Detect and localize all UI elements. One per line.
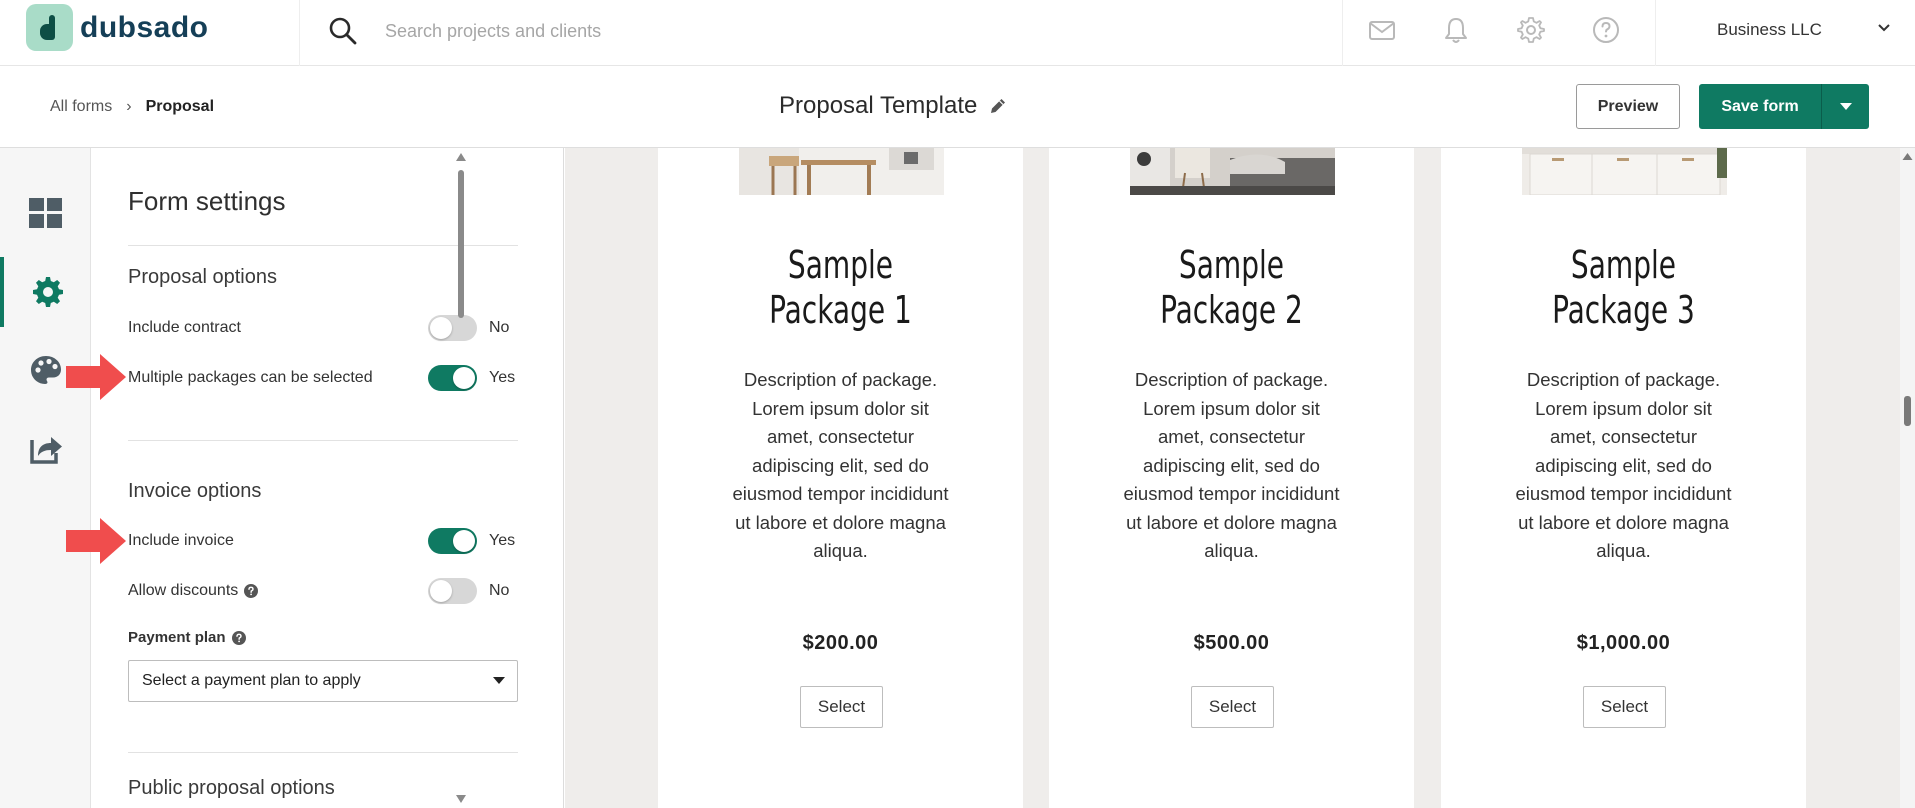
payment-plan-text: Payment plan [128, 629, 226, 646]
bell-icon[interactable] [1440, 14, 1472, 46]
form-settings-panel: Form settings Proposal options Include c… [91, 148, 564, 808]
rail-item-share[interactable] [0, 413, 91, 483]
palette-icon [30, 356, 61, 384]
page-title: Proposal Template [779, 92, 1008, 120]
gear-icon[interactable] [1515, 14, 1547, 46]
include-contract-toggle[interactable] [428, 315, 477, 341]
allow-discounts-state: No [489, 582, 510, 599]
package-card: Sample Package 2 Description of package.… [1049, 148, 1414, 808]
breadcrumb: All forms › Proposal [50, 98, 214, 116]
left-icon-rail [0, 148, 91, 808]
search-input[interactable] [385, 16, 985, 46]
rail-item-settings[interactable] [0, 257, 91, 327]
chevron-down-icon[interactable] [1874, 18, 1894, 38]
payment-plan-label: Payment plan [128, 629, 246, 646]
top-navbar: dubsado Business LLC [0, 0, 1915, 66]
include-contract-text: Include contract [128, 319, 241, 336]
invoice-options-heading: Invoice options [128, 480, 262, 502]
form-title-text: Proposal Template [779, 92, 978, 119]
multiple-packages-text: Multiple packages can be selected [128, 369, 373, 386]
multiple-packages-toggle[interactable] [428, 365, 477, 391]
include-contract-label: Include contract [128, 319, 241, 337]
package-price: $1,000.00 [1576, 632, 1671, 654]
package-photo [1130, 148, 1335, 195]
package-description: Description of package. Lorem ipsum dolo… [1123, 369, 1340, 561]
divider [299, 0, 300, 66]
package-card: Sample Package 3 Description of package.… [1441, 148, 1806, 808]
question-circle-icon[interactable] [244, 584, 259, 598]
select-package-button[interactable]: Select [1583, 686, 1666, 728]
proposal-preview: Sample Package 1 Description of package.… [565, 148, 1900, 808]
breadcrumb-all-forms[interactable]: All forms [50, 98, 112, 116]
breadcrumb-separator: › [126, 98, 132, 115]
form-header: All forms › Proposal Proposal Template P… [0, 66, 1915, 148]
logo-text: dubsado [80, 10, 209, 44]
package-name: Sample Package 1 [691, 243, 990, 333]
package-price: $500.00 [1193, 632, 1270, 654]
package-name: Sample Package 2 [1082, 243, 1381, 333]
breadcrumb-current: Proposal [145, 98, 215, 115]
rail-item-layout[interactable] [0, 178, 91, 248]
logo-mark-icon [26, 4, 73, 51]
package-name-line1: Sample [1178, 243, 1285, 287]
proposal-options-heading: Proposal options [128, 266, 277, 288]
caret-down-icon [493, 677, 505, 684]
package-name-line2: Package 1 [769, 288, 912, 332]
save-form-button[interactable]: Save form [1699, 84, 1822, 129]
annotation-arrow-icon [66, 518, 126, 564]
pencil-icon[interactable] [988, 96, 1008, 116]
help-circle-icon[interactable] [1590, 14, 1622, 46]
package-card: Sample Package 1 Description of package.… [658, 148, 1023, 808]
include-invoice-state: Yes [489, 532, 516, 549]
panel-title: Form settings [128, 186, 286, 216]
divider [1655, 0, 1656, 66]
package-photo [1522, 148, 1727, 195]
account-name[interactable]: Business LLC [1717, 20, 1822, 40]
multiple-packages-state: Yes [489, 369, 516, 386]
package-description: Description of package. Lorem ipsum dolo… [1515, 369, 1732, 561]
question-circle-icon[interactable] [231, 630, 246, 645]
panel-scrollbar[interactable] [455, 148, 467, 808]
allow-discounts-text: Allow discounts [128, 582, 239, 599]
preview-button[interactable]: Preview [1576, 84, 1680, 129]
dubsado-logo[interactable]: dubsado [26, 4, 209, 51]
allow-discounts-label: Allow discounts [128, 582, 259, 600]
package-name-line2: Package 2 [1160, 288, 1303, 332]
payment-plan-value: Select a payment plan to apply [142, 672, 361, 689]
package-photo [739, 148, 944, 195]
search-icon[interactable] [328, 16, 358, 46]
multiple-packages-label: Multiple packages can be selected [128, 369, 373, 387]
package-name-line2: Package 3 [1552, 288, 1695, 332]
annotation-arrow-icon [66, 354, 126, 400]
save-options-caret[interactable] [1822, 84, 1869, 129]
share-icon [29, 437, 62, 464]
include-contract-state: No [489, 319, 510, 336]
package-description: Description of package. Lorem ipsum dolo… [732, 369, 949, 561]
package-name-line1: Sample [1570, 243, 1677, 287]
include-invoice-text: Include invoice [128, 532, 234, 549]
caret-down-icon [1839, 102, 1852, 110]
select-package-button[interactable]: Select [800, 686, 883, 728]
allow-discounts-toggle[interactable] [428, 578, 477, 604]
include-invoice-toggle[interactable] [428, 528, 477, 554]
save-form-button-group: Save form [1699, 84, 1869, 129]
public-proposal-options-heading: Public proposal options [128, 777, 335, 799]
page-scrollbar[interactable] [1900, 148, 1915, 808]
mail-icon[interactable] [1366, 14, 1398, 46]
package-name: Sample Package 3 [1474, 243, 1773, 333]
divider [1342, 0, 1343, 66]
package-price: $200.00 [802, 632, 879, 654]
dashboard-grid-icon [29, 198, 62, 228]
include-invoice-label: Include invoice [128, 532, 234, 550]
package-name-line1: Sample [787, 243, 894, 287]
gear-icon [32, 277, 63, 307]
select-package-button[interactable]: Select [1191, 686, 1274, 728]
